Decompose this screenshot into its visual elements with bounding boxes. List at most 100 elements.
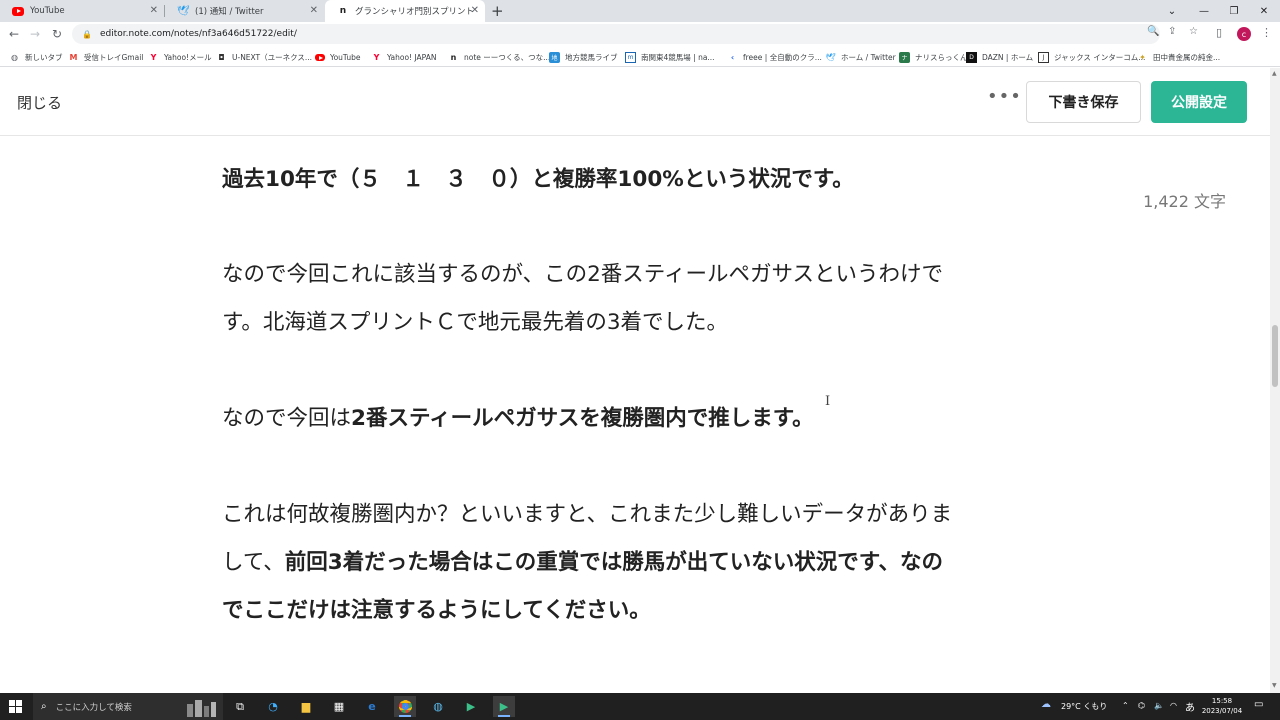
- save-draft-button[interactable]: 下書き保存: [1026, 81, 1141, 123]
- close-icon[interactable]: ✕: [150, 5, 158, 17]
- tab-twitter[interactable]: 🕊 (1) 通知 / Twitter ✕: [165, 0, 324, 22]
- close-button[interactable]: 閉じる: [17, 92, 62, 113]
- zoom-icon[interactable]: 🔍: [1147, 26, 1159, 37]
- file-explorer-icon[interactable]: ▆: [295, 696, 317, 717]
- twitter-icon: 🕊: [825, 52, 836, 62]
- volume-icon[interactable]: 🔈: [1154, 701, 1164, 710]
- bold-text: 過去10年で（５ １ ３ ０）と複勝率100%という状況です。: [222, 167, 854, 192]
- ime-mode-indicator[interactable]: あ: [1185, 699, 1195, 714]
- internet-explorer-icon[interactable]: e: [361, 696, 383, 717]
- bookmark-item[interactable]: n note ーーつくる、つな...: [448, 50, 551, 64]
- weather-cloud-icon[interactable]: ☁: [1041, 699, 1051, 710]
- tab-note-editor[interactable]: n グランシャリオ門別スプリント | 記事編 ✕: [325, 0, 485, 22]
- tab-search-icon[interactable]: ⌄: [1156, 0, 1188, 22]
- scroll-up-arrow-icon[interactable]: ▲: [1272, 70, 1277, 77]
- store-icon[interactable]: ▦: [328, 696, 350, 717]
- terminal-app-icon[interactable]: ▶: [493, 696, 515, 717]
- page-scrollbar[interactable]: ▲ ▼: [1270, 68, 1280, 693]
- close-icon[interactable]: ✕: [471, 5, 479, 17]
- globe-app-icon[interactable]: ◍: [427, 696, 449, 717]
- terminal-app-icon[interactable]: ▶: [460, 696, 482, 717]
- bookmark-item[interactable]: 地地方競馬ライブ: [549, 50, 618, 64]
- notification-icon[interactable]: ▭: [1254, 699, 1263, 710]
- text-cursor-icon: I: [825, 394, 831, 409]
- bold-text: でここだけは注意するようにしてください。: [222, 598, 651, 623]
- body-text: これは何故複勝圏内か？といいますと、これまた少し難しいデータがありま: [222, 502, 953, 527]
- taskbar-clock[interactable]: 15:58 2023/07/04: [1199, 696, 1245, 716]
- profile-avatar[interactable]: c: [1237, 27, 1251, 41]
- publish-settings-button[interactable]: 公開設定: [1151, 81, 1247, 123]
- share-icon[interactable]: ⇪: [1168, 26, 1176, 37]
- windows-start-icon[interactable]: [9, 700, 22, 713]
- body-text: して、: [222, 550, 285, 575]
- bookmark-label: 地方競馬ライブ: [565, 52, 618, 62]
- scroll-down-arrow-icon[interactable]: ▼: [1272, 682, 1277, 689]
- paragraph-line[interactable]: なので今回これに該当するのが、この2番スティールペガサスというわけで: [222, 251, 1042, 299]
- note-icon: n: [339, 6, 347, 16]
- new-tab-button[interactable]: +: [491, 2, 504, 20]
- tab-youtube[interactable]: YouTube ✕: [0, 0, 164, 22]
- search-placeholder: ここに入力して検索: [55, 702, 132, 713]
- bookmark-star-icon[interactable]: ☆: [1189, 26, 1198, 37]
- close-icon[interactable]: ✕: [310, 5, 318, 17]
- restore-icon[interactable]: ❐: [1218, 0, 1250, 22]
- chevron-up-icon[interactable]: ⌃: [1122, 701, 1129, 710]
- gmail-icon: M: [69, 52, 78, 62]
- menu-kebab-icon[interactable]: ⋮: [1261, 26, 1272, 39]
- paragraph-line[interactable]: これは何故複勝圏内か？といいますと、これまた少し難しいデータがありま: [222, 491, 1042, 539]
- bookmark-item[interactable]: ナナリスらっくん: [899, 50, 968, 64]
- paragraph-line[interactable]: す。北海道スプリントＣで地元最先着の3着でした。: [222, 299, 1042, 347]
- scroll-thumb[interactable]: [1272, 325, 1278, 387]
- reload-icon[interactable]: ↻: [49, 26, 65, 42]
- bold-text: 2番スティールペガサスを複勝圏内で推します。: [351, 406, 814, 431]
- paragraph-line[interactable]: 過去10年で（５ １ ３ ０）と複勝率100%という状況です。: [222, 156, 1042, 204]
- paragraph-line[interactable]: でここだけは注意するようにしてください。: [222, 587, 1042, 635]
- task-view-icon[interactable]: ⧉: [229, 696, 251, 717]
- search-highlight-illustration-icon: [187, 700, 216, 717]
- bookmark-label: ホーム / Twitter: [841, 52, 896, 62]
- bookmark-label: 田中貴金属の純金...: [1153, 52, 1221, 62]
- bookmark-item[interactable]: ◘ U-NEXT（ユーネクス...: [216, 50, 312, 64]
- bold-text: 前回3着だった場合はこの重賞では勝馬が出ていない状況です、なの: [284, 550, 944, 575]
- more-options-icon[interactable]: •••: [987, 86, 1022, 107]
- lock-icon[interactable]: 🔒: [82, 30, 92, 39]
- bookmark-label: 受信トレイGmail: [84, 52, 144, 62]
- minimize-icon[interactable]: —: [1188, 0, 1220, 22]
- browser-tab-strip: YouTube ✕ 🕊 (1) 通知 / Twitter ✕ n グランシャリオ…: [0, 0, 1280, 22]
- bookmark-item[interactable]: ‹ freee | 全自動のクラ...: [727, 50, 822, 64]
- bookmark-label: Yahoo!メール: [164, 52, 212, 62]
- paragraph-line[interactable]: して、前回3着だった場合はこの重賞では勝馬が出ていない状況です、なの: [222, 539, 1042, 587]
- bookmark-item[interactable]: Y Yahoo!メール: [148, 50, 212, 64]
- bookmark-label: YouTube: [330, 52, 361, 62]
- bookmark-label: note ーーつくる、つな...: [464, 52, 551, 62]
- side-panel-icon[interactable]: ▯: [1216, 26, 1222, 39]
- bookmark-item[interactable]: 🕊 ホーム / Twitter: [825, 50, 896, 64]
- clock-date: 2023/07/04: [1201, 707, 1243, 715]
- edge-icon[interactable]: ◔: [262, 696, 284, 717]
- forward-icon[interactable]: →: [27, 26, 43, 42]
- browser-toolbar: ← → ↻ 🔒 editor.note.com/notes/nf3a646d51…: [0, 22, 1280, 46]
- back-icon[interactable]: ←: [6, 26, 22, 42]
- bookmark-item[interactable]: ◍ 新しいタブ: [9, 50, 63, 64]
- bookmark-item[interactable]: ✦ 田中貴金属の純金...: [1137, 50, 1220, 64]
- search-icon: ⌕: [41, 701, 47, 712]
- bookmark-item[interactable]: Y Yahoo! JAPAN: [371, 50, 437, 64]
- nankan-icon: m: [625, 51, 636, 63]
- paragraph-line[interactable]: なので今回は2番スティールペガサスを複勝圏内で推します。: [222, 395, 1042, 443]
- yahoo-icon: Y: [150, 52, 157, 62]
- bookmark-item[interactable]: D DAZN | ホーム: [966, 50, 1033, 64]
- wifi-icon[interactable]: ◠: [1170, 701, 1177, 710]
- bookmark-item[interactable]: M 受信トレイGmail: [68, 50, 144, 64]
- address-bar[interactable]: 🔒 editor.note.com/notes/nf3a646d51722/ed…: [72, 24, 1160, 44]
- window-close-icon[interactable]: ✕: [1248, 0, 1280, 22]
- weather-text[interactable]: 29°C くもり: [1061, 701, 1107, 712]
- network-icon[interactable]: ⌬: [1138, 701, 1145, 710]
- bookmark-item[interactable]: J ジャックス インターコム...: [1038, 50, 1145, 64]
- bookmark-label: 南関東4競馬場 | na...: [641, 52, 715, 62]
- tab-title: (1) 通知 / Twitter: [195, 7, 264, 17]
- bookmarks-bar: ◍ 新しいタブ M 受信トレイGmail Y Yahoo!メール ◘ U-NEXT（ユー…: [0, 46, 1280, 67]
- bookmark-item[interactable]: YouTube: [314, 50, 361, 64]
- taskbar-search-box[interactable]: ⌕ ここに入力して検索: [33, 693, 223, 720]
- chrome-icon[interactable]: [394, 696, 416, 717]
- bookmark-item[interactable]: m 南関東4競馬場 | na...: [625, 50, 715, 64]
